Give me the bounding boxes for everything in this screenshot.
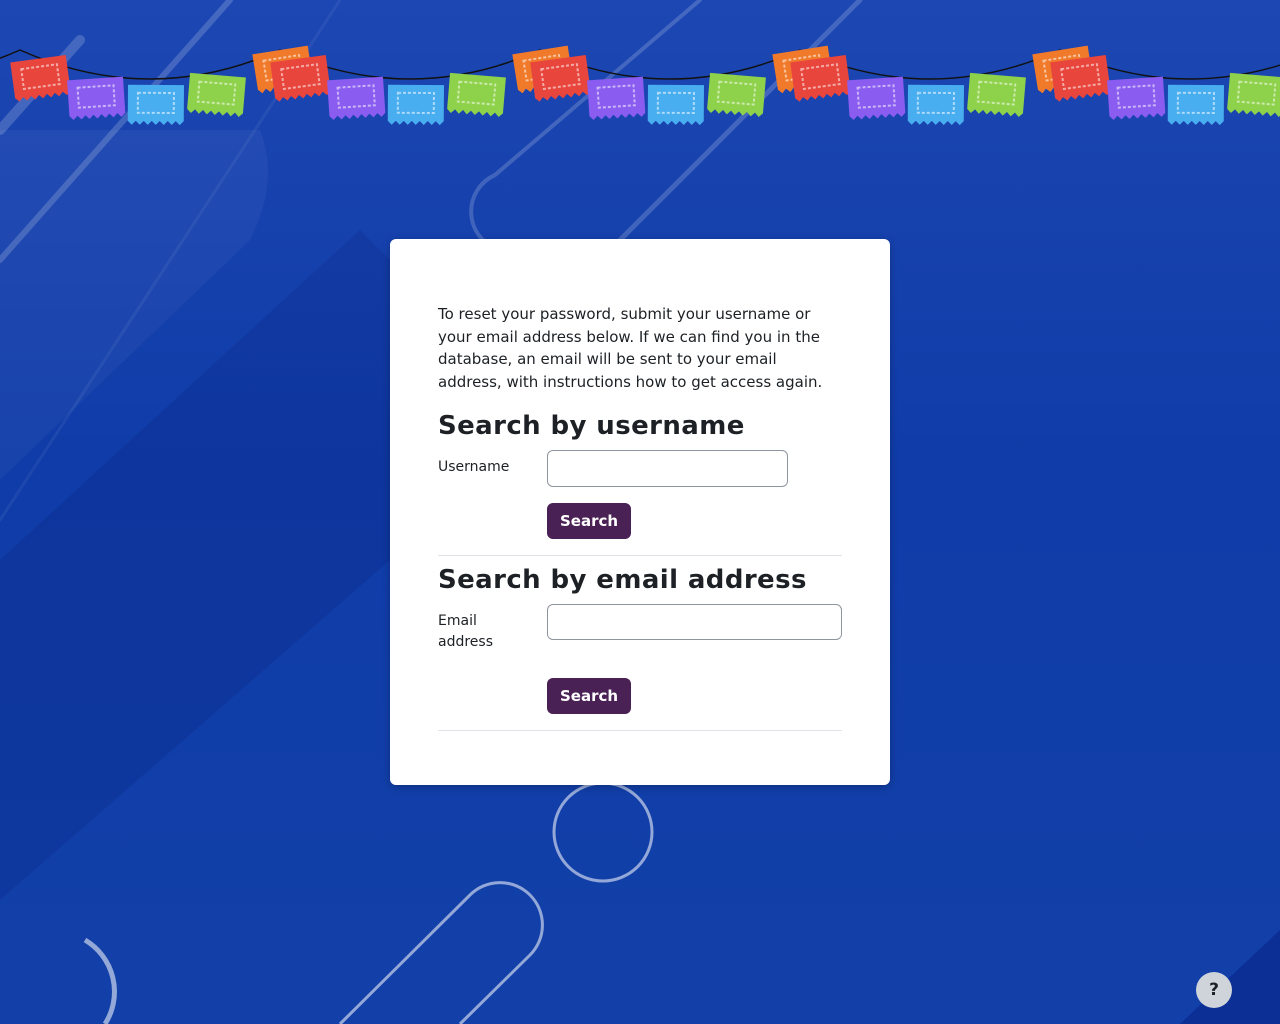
bunting-flag — [647, 84, 704, 126]
papel-picado-bunting — [0, 45, 1280, 126]
bunting-flag — [847, 76, 906, 121]
bunting-flag — [1227, 72, 1280, 117]
intro-text: To reset your password, submit your user… — [438, 305, 823, 392]
username-label: Username — [438, 458, 510, 475]
bunting-flag — [967, 72, 1026, 117]
bunting-flag — [270, 54, 331, 102]
bunting-flag — [907, 84, 964, 126]
email-row: Email address — [438, 603, 842, 653]
bunting-flag — [587, 76, 646, 121]
bunting-flag — [327, 76, 386, 121]
bunting-flag — [707, 72, 766, 117]
email-label: Email address — [438, 612, 494, 650]
email-section-heading: Search by email address — [438, 564, 807, 595]
bunting-flag — [1107, 76, 1166, 121]
bunting-flag — [127, 84, 184, 126]
email-input[interactable] — [547, 603, 842, 640]
bunting-flag — [530, 54, 591, 102]
search-email-button[interactable]: Search — [547, 677, 632, 714]
bunting-flag — [447, 72, 506, 117]
bunting-flag — [1050, 54, 1111, 102]
bunting-flag — [1167, 84, 1224, 126]
bunting-flag — [187, 72, 246, 117]
bunting-flag — [10, 54, 71, 102]
bunting-flag — [790, 54, 851, 102]
section-divider — [438, 554, 842, 556]
username-row: Username — [438, 449, 842, 487]
username-input[interactable] — [547, 449, 788, 487]
username-section-heading: Search by username — [438, 410, 745, 441]
section-divider — [438, 729, 842, 731]
bunting-flag — [387, 84, 444, 126]
forgot-password-card: To reset your password, submit your user… — [390, 239, 890, 785]
search-username-button[interactable]: Search — [547, 502, 632, 539]
bunting-flag — [67, 76, 126, 121]
help-button[interactable]: ? — [1196, 972, 1232, 1008]
